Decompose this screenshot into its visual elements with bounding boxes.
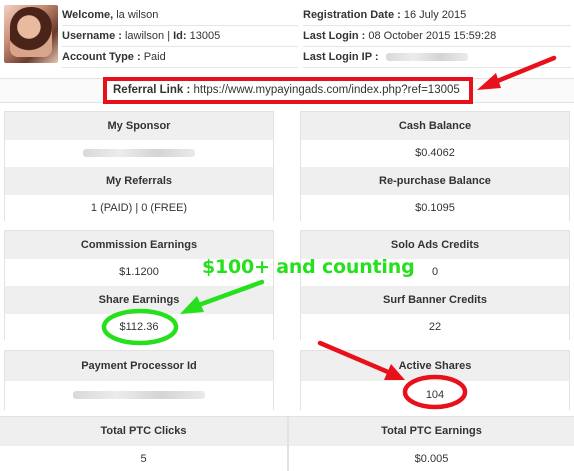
registration-date-row: Registration Date : 16 July 2015 [303,5,571,26]
total-ptc-earnings-value: $0.005 [289,446,574,471]
panel-sponsor-referrals: My Sponsor My Referrals 1 (PAID) | 0 (FR… [4,111,274,221]
panel-credits: Solo Ads Credits 0 Surf Banner Credits 2… [300,230,570,340]
payment-processor-value [5,381,273,410]
cash-balance-value: $0.4062 [301,140,569,167]
referral-link[interactable]: https://www.mypayingads.com/index.php?re… [194,84,460,96]
commission-earnings-label: Commission Earnings [5,231,273,259]
panel-commission-share: Commission Earnings $1.1200 Share Earnin… [4,230,274,340]
username-row: Username : lawilson | Id: 13005 [62,26,298,47]
annotation-caption: $100+ and counting [202,256,415,278]
panel-balances: Cash Balance $0.4062 Re-purchase Balance… [300,111,570,221]
my-referrals-value: 1 (PAID) | 0 (FREE) [5,195,273,221]
last-login-ip-row: Last Login IP : [303,47,571,68]
panel-ptc-clicks: Total PTC Clicks 5 [0,416,288,471]
avatar[interactable] [4,5,58,63]
active-shares-label: Active Shares [301,351,569,381]
registration-date-value: 16 July 2015 [403,9,467,21]
redacted-ip [385,53,468,62]
payment-processor-label: Payment Processor Id [5,351,273,381]
username-value: lawilson [124,30,165,42]
total-ptc-clicks-value: 5 [0,446,287,471]
panel-ptc-earnings: Total PTC Earnings $0.005 [288,416,574,471]
my-referrals-label: My Referrals [5,167,273,195]
redacted-processor-id [73,391,205,400]
my-sponsor-label: My Sponsor [5,112,273,140]
welcome-row: Welcome, la wilson [62,5,298,26]
share-earnings-label: Share Earnings [5,286,273,314]
solo-ads-credits-label: Solo Ads Credits [301,231,569,259]
last-login-row: Last Login : 08 October 2015 15:59:28 [303,26,571,47]
total-ptc-earnings-label: Total PTC Earnings [289,417,574,446]
total-ptc-clicks-label: Total PTC Clicks [0,417,287,446]
panel-active-shares: Active Shares 104 [300,350,570,410]
referral-link-box: Referral Link : https://www.mypayingads.… [103,77,473,104]
my-sponsor-value [5,140,273,167]
account-type-row: Account Type : Paid [62,47,298,68]
share-earnings-value: $112.36 [5,314,273,340]
account-header: Welcome, la wilson Username : lawilson |… [0,0,574,68]
surf-banner-credits-label: Surf Banner Credits [301,286,569,314]
user-id-value: 13005 [189,30,221,42]
account-type-value: Paid [143,51,166,63]
welcome-name: la wilson [116,9,159,21]
redacted-sponsor [83,149,195,158]
last-login-value: 08 October 2015 15:59:28 [368,30,497,42]
cash-balance-label: Cash Balance [301,112,569,140]
repurchase-balance-value: $0.1095 [301,195,569,221]
panel-payment-processor: Payment Processor Id [4,350,274,410]
surf-banner-credits-value: 22 [301,314,569,340]
repurchase-balance-label: Re-purchase Balance [301,167,569,195]
active-shares-value: 104 [301,381,569,410]
